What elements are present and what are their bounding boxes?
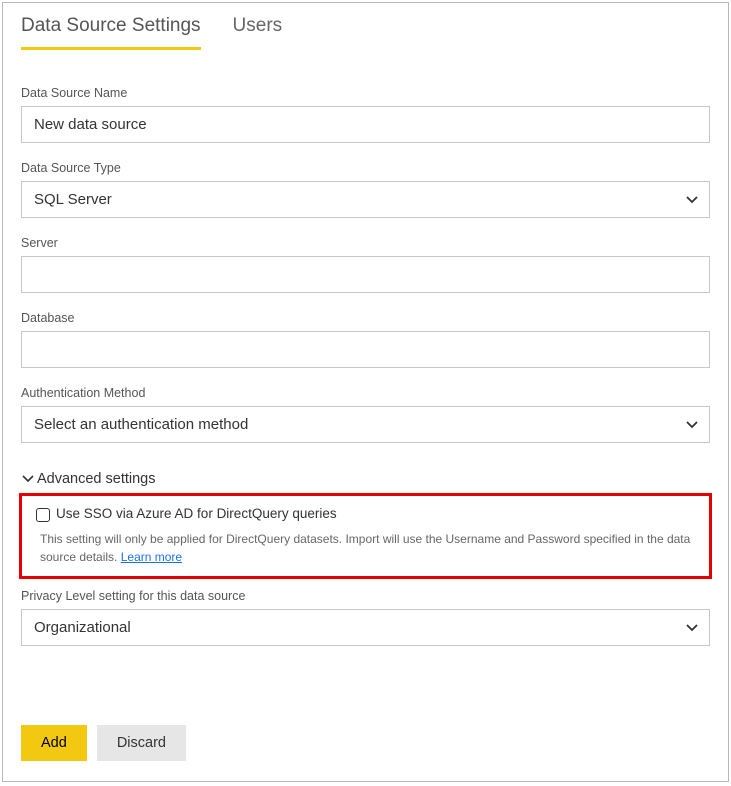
- data-source-type-select[interactable]: SQL Server: [21, 181, 710, 218]
- authentication-method-value: Select an authentication method: [21, 406, 710, 443]
- sso-checkbox[interactable]: [36, 508, 50, 522]
- tab-users[interactable]: Users: [233, 15, 283, 50]
- add-button[interactable]: Add: [21, 725, 87, 761]
- data-source-settings-panel: Data Source Settings Users Data Source N…: [2, 2, 729, 782]
- sso-help-text: This setting will only be applied for Di…: [36, 530, 695, 566]
- authentication-method-label: Authentication Method: [21, 386, 710, 400]
- learn-more-link[interactable]: Learn more: [121, 550, 182, 564]
- advanced-settings-label: Advanced settings: [37, 471, 156, 487]
- server-label: Server: [21, 236, 710, 250]
- sso-checkbox-row: Use SSO via Azure AD for DirectQuery que…: [36, 506, 695, 522]
- advanced-settings-toggle[interactable]: Advanced settings: [21, 471, 710, 487]
- authentication-method-select[interactable]: Select an authentication method: [21, 406, 710, 443]
- discard-button[interactable]: Discard: [97, 725, 186, 761]
- privacy-level-label: Privacy Level setting for this data sour…: [21, 589, 710, 603]
- server-input[interactable]: [21, 256, 710, 293]
- sso-highlight-box: Use SSO via Azure AD for DirectQuery que…: [19, 493, 712, 579]
- tab-bar: Data Source Settings Users: [3, 3, 728, 50]
- privacy-level-value: Organizational: [21, 609, 710, 646]
- footer-buttons: Add Discard: [21, 725, 186, 761]
- data-source-name-label: Data Source Name: [21, 86, 710, 100]
- chevron-down-icon: [21, 474, 35, 484]
- privacy-level-select[interactable]: Organizational: [21, 609, 710, 646]
- database-input[interactable]: [21, 331, 710, 368]
- data-source-type-value: SQL Server: [21, 181, 710, 218]
- data-source-name-input[interactable]: [21, 106, 710, 143]
- sso-checkbox-label: Use SSO via Azure AD for DirectQuery que…: [56, 506, 337, 521]
- database-label: Database: [21, 311, 710, 325]
- data-source-type-label: Data Source Type: [21, 161, 710, 175]
- form-area: Data Source Name Data Source Type SQL Se…: [3, 50, 728, 646]
- tab-data-source-settings[interactable]: Data Source Settings: [21, 15, 201, 50]
